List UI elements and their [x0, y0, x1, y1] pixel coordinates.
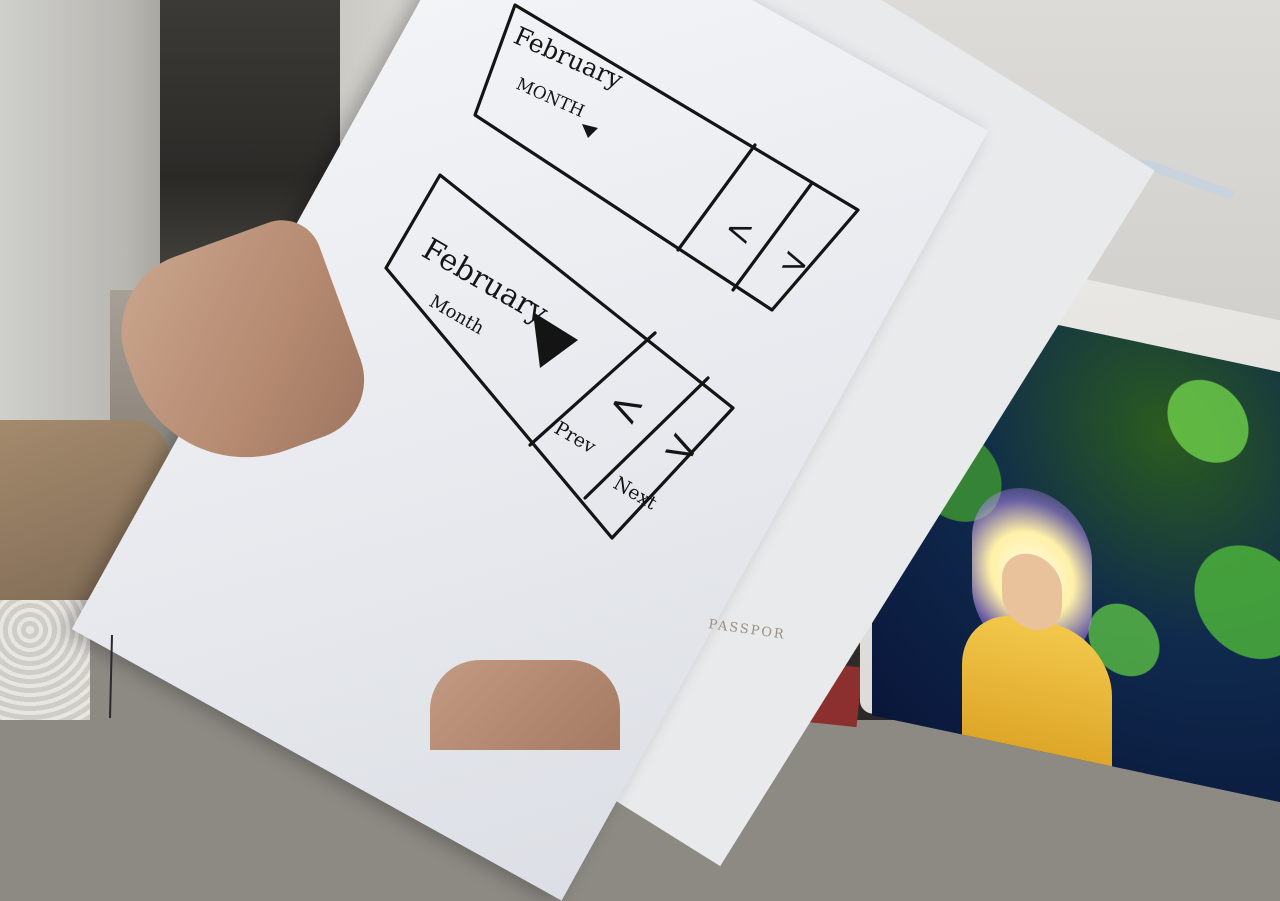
sketch-top-prev-chevron: <: [719, 208, 759, 255]
sketch-bottom-widget: February Month < > Prev Next: [384, 173, 735, 540]
photo-scene: February MONTH < > February Month < > Pr…: [0, 0, 1280, 901]
sketch-bottom-prev-chevron: <: [599, 378, 653, 438]
sketch-bottom-next-label: Next: [610, 472, 661, 514]
sketch-bottom-prev-label: Prev: [551, 417, 600, 458]
pencil-mark: [109, 634, 113, 719]
sketch-bottom-dropdown-arrow-icon: [533, 312, 578, 368]
sketch-top-widget: February MONTH < >: [473, 3, 860, 312]
right-hand: [430, 660, 620, 750]
sketch-bottom-frame: [384, 173, 735, 540]
passport-text: PASSPOR: [707, 617, 786, 643]
sketch-bottom-next-chevron: >: [655, 418, 709, 478]
sketch-bottom-month-label: Month: [426, 291, 489, 339]
sketch-top-month-label: MONTH: [513, 74, 587, 122]
sketch-top-next-chevron: >: [775, 239, 815, 286]
sketch-bottom-month-value: February: [416, 232, 554, 332]
sketch-top-dropdown-arrow-icon: [582, 124, 598, 138]
